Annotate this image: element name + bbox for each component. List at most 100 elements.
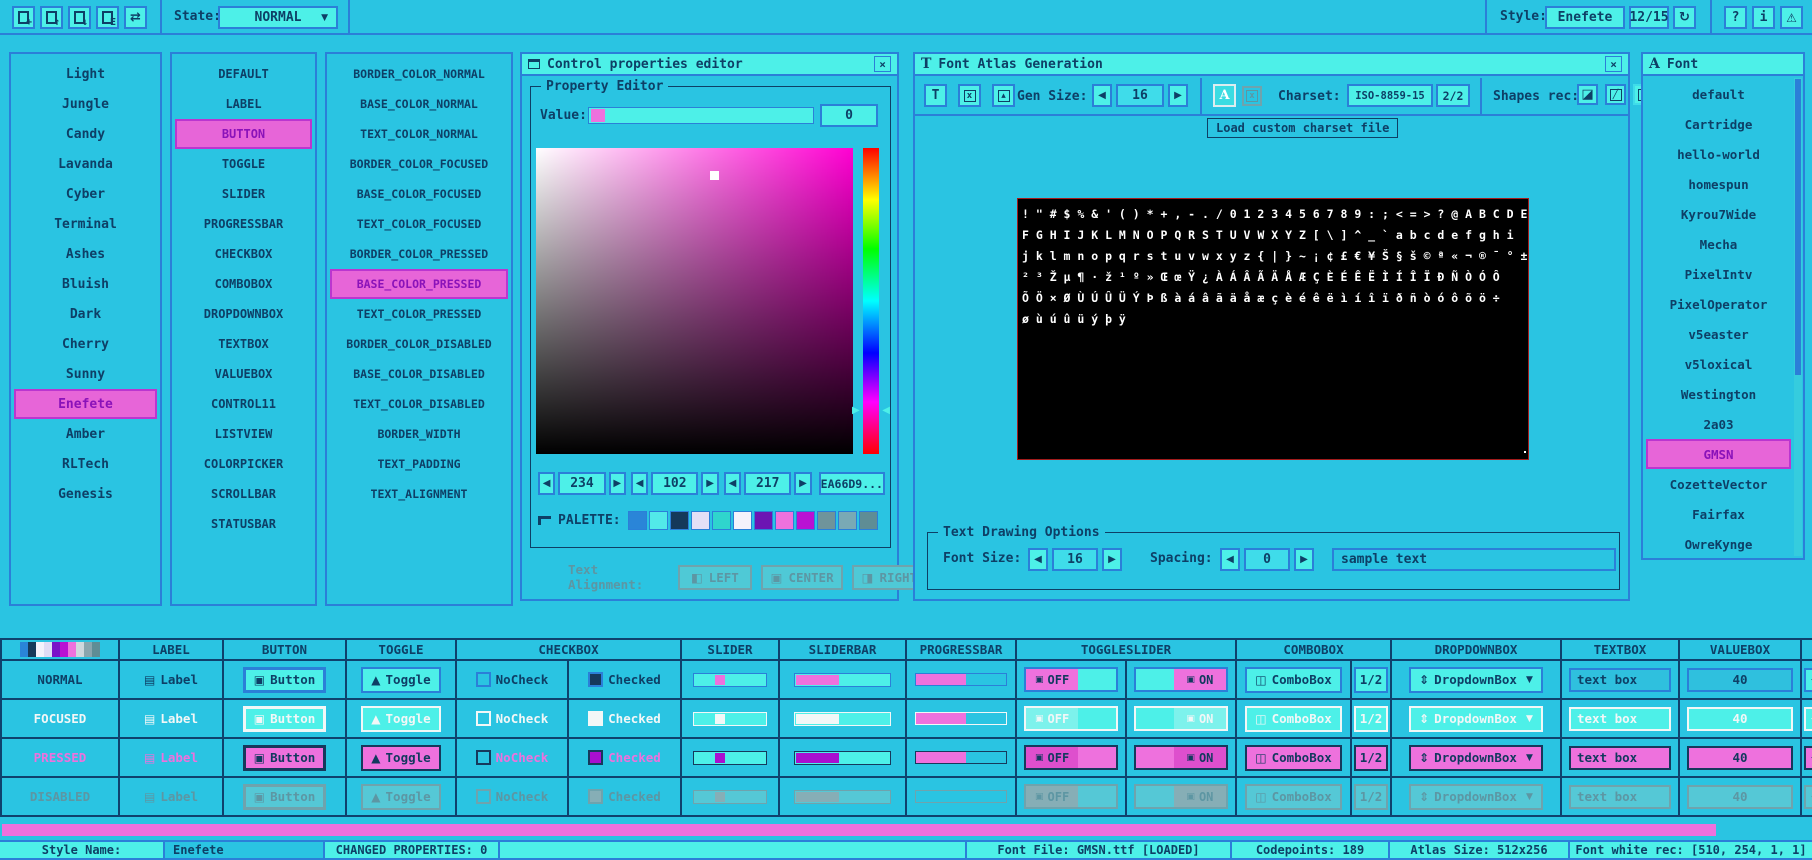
- blue-value[interactable]: 217: [744, 472, 791, 495]
- style-name-input[interactable]: Enefete: [1545, 6, 1625, 29]
- new-style-button[interactable]: +: [12, 6, 35, 29]
- list-item-dropdownbox[interactable]: DROPDOWNBOX: [175, 299, 312, 329]
- list-item-v5loxical[interactable]: v5loxical: [1646, 349, 1791, 379]
- color-swatch[interactable]: [84, 642, 92, 657]
- hue-bar[interactable]: ▶ ◀: [863, 148, 879, 454]
- list-item-border-color-pressed[interactable]: BORDER_COLOR_PRESSED: [330, 239, 508, 269]
- font-size-value[interactable]: 16: [1052, 548, 1098, 571]
- save-style-button[interactable]: ↓: [68, 6, 91, 29]
- color-swatch[interactable]: [733, 511, 752, 530]
- button-sample[interactable]: ▣Button: [243, 745, 327, 771]
- close-icon[interactable]: ×: [1605, 56, 1622, 72]
- slider-sample[interactable]: [693, 751, 768, 765]
- font-size-decrease-button[interactable]: ◀: [1028, 548, 1048, 571]
- list-item-kyrou7wide[interactable]: Kyrou7Wide: [1646, 199, 1791, 229]
- list-item-genesis[interactable]: Genesis: [14, 479, 157, 509]
- list-item-cozettevector[interactable]: CozetteVector: [1646, 469, 1791, 499]
- list-item-text-color-pressed[interactable]: TEXT_COLOR_PRESSED: [330, 299, 508, 329]
- list-item-enefete[interactable]: Enefete: [14, 389, 157, 419]
- list-item-text-color-focused[interactable]: TEXT_COLOR_FOCUSED: [330, 209, 508, 239]
- color-swatch[interactable]: [859, 511, 878, 530]
- list-item-text-padding[interactable]: TEXT_PADDING: [330, 449, 508, 479]
- list-item-light[interactable]: Light: [14, 59, 157, 89]
- checkbox-checked[interactable]: [588, 711, 603, 726]
- combobox-sample[interactable]: ◫ComboBox: [1245, 706, 1342, 732]
- state-dropdown[interactable]: NORMAL▼: [218, 6, 338, 29]
- gen-size-increase-button[interactable]: ▶: [1168, 84, 1188, 107]
- info-button[interactable]: i: [1752, 6, 1775, 29]
- align-left-button[interactable]: ◧LEFT: [678, 565, 752, 590]
- textbox-sample[interactable]: text box: [1569, 668, 1671, 692]
- checkbox-checked[interactable]: [588, 750, 603, 765]
- valuebox-sample[interactable]: 40: [1687, 746, 1793, 770]
- combobox-counter[interactable]: 1/2: [1354, 784, 1389, 810]
- list-item-toggle[interactable]: TOGGLE: [175, 149, 312, 179]
- scrollbar-slider[interactable]: [1795, 79, 1801, 375]
- list-item-cherry[interactable]: Cherry: [14, 329, 157, 359]
- list-item-label[interactable]: LABEL: [175, 89, 312, 119]
- color-swatch[interactable]: [60, 642, 68, 657]
- list-item-statusbar[interactable]: STATUSBAR: [175, 509, 312, 539]
- color-swatch[interactable]: [817, 511, 836, 530]
- list-item-checkbox[interactable]: CHECKBOX: [175, 239, 312, 269]
- list-item-sunny[interactable]: Sunny: [14, 359, 157, 389]
- sliderbar-sample[interactable]: [794, 712, 892, 726]
- shapes-rec-corner-button[interactable]: ◪: [1577, 84, 1598, 105]
- combobox-counter[interactable]: 1/2: [1354, 745, 1389, 771]
- hex-value-box[interactable]: EA66D9...: [819, 472, 885, 495]
- color-swatch[interactable]: [670, 511, 689, 530]
- charset-value-box[interactable]: ISO-8859-15: [1347, 84, 1433, 107]
- font-list-scrollbar[interactable]: [1794, 78, 1802, 556]
- color-swatch[interactable]: [754, 511, 773, 530]
- list-item-scrollbar[interactable]: SCROLLBAR: [175, 479, 312, 509]
- list-item-dark[interactable]: Dark: [14, 299, 157, 329]
- toggle-sample[interactable]: ▲Toggle: [361, 667, 440, 693]
- checkbox-unchecked[interactable]: [476, 711, 491, 726]
- sliderbar-sample[interactable]: [794, 790, 892, 804]
- value-slider-handle[interactable]: [591, 109, 605, 122]
- list-item-candy[interactable]: Candy: [14, 119, 157, 149]
- list-item-cartridge[interactable]: Cartridge: [1646, 109, 1791, 139]
- green-decrease-button[interactable]: ◀: [631, 472, 648, 495]
- export-atlas-image-button[interactable]: ▴: [992, 84, 1015, 107]
- dropdownbox-sample[interactable]: ⇕DropdownBox▼: [1409, 667, 1543, 693]
- spacing-value[interactable]: 0: [1244, 548, 1290, 571]
- combobox-sample[interactable]: ◫ComboBox: [1245, 745, 1342, 771]
- list-item-border-color-focused[interactable]: BORDER_COLOR_FOCUSED: [330, 149, 508, 179]
- list-item-text-color-disabled[interactable]: TEXT_COLOR_DISABLED: [330, 389, 508, 419]
- button-sample[interactable]: ▣Button: [243, 706, 327, 732]
- properties-window-titlebar[interactable]: Control properties editor ×: [522, 54, 897, 76]
- valuebox-sample[interactable]: 40: [1687, 668, 1793, 692]
- toggleslider-off[interactable]: ▣OFF: [1024, 667, 1118, 692]
- checkbox-unchecked[interactable]: [476, 750, 491, 765]
- list-item-owrekynge[interactable]: OwreKynge: [1646, 529, 1791, 559]
- list-item-bluish[interactable]: Bluish: [14, 269, 157, 299]
- list-item-pixeloperator[interactable]: PixelOperator: [1646, 289, 1791, 319]
- color-swatch[interactable]: [775, 511, 794, 530]
- list-item-progressbar[interactable]: PROGRESSBAR: [175, 209, 312, 239]
- list-item-rltech[interactable]: RLTech: [14, 449, 157, 479]
- color-swatch[interactable]: [796, 511, 815, 530]
- checkbox-checked[interactable]: [588, 789, 603, 804]
- list-item-text-alignment[interactable]: TEXT_ALIGNMENT: [330, 479, 508, 509]
- list-item-slider[interactable]: SLIDER: [175, 179, 312, 209]
- font-panel-titlebar[interactable]: A Font: [1643, 54, 1803, 76]
- color-picker-marker[interactable]: [710, 171, 719, 180]
- textbox-sample[interactable]: text box: [1569, 785, 1671, 809]
- list-item-v5easter[interactable]: v5easter: [1646, 319, 1791, 349]
- slider-handle[interactable]: [715, 792, 725, 802]
- combobox-sample[interactable]: ◫ComboBox: [1245, 784, 1342, 810]
- valuebox-sample[interactable]: 40: [1687, 785, 1793, 809]
- checkbox-unchecked[interactable]: [476, 672, 491, 687]
- slider-sample[interactable]: [693, 673, 768, 687]
- font-atlas-preview[interactable]: ! " # $ % & ' ( ) * + , - . / 0 1 2 3 4 …: [1017, 198, 1529, 460]
- load-charset-button[interactable]: A: [1213, 84, 1236, 107]
- color-swatch[interactable]: [649, 511, 668, 530]
- toggleslider-on[interactable]: ▣ON: [1134, 745, 1228, 770]
- list-item-base-color-pressed[interactable]: BASE_COLOR_PRESSED: [330, 269, 508, 299]
- color-swatch[interactable]: [28, 642, 36, 657]
- color-swatch[interactable]: [52, 642, 60, 657]
- sliderbar-sample[interactable]: [794, 673, 892, 687]
- checkbox-unchecked[interactable]: [476, 789, 491, 804]
- dropdownbox-sample[interactable]: ⇕DropdownBox▼: [1409, 745, 1543, 771]
